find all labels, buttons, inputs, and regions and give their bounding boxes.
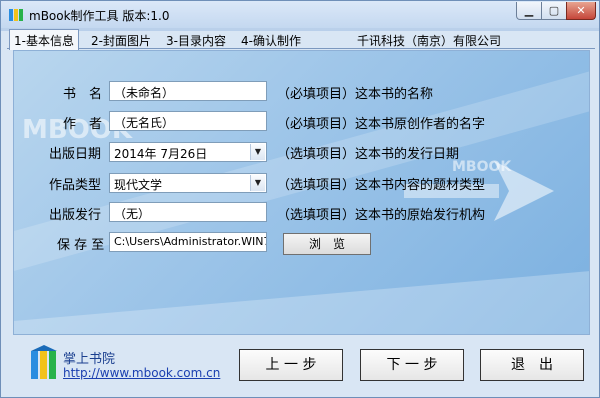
publisher-hint: （选填项目）这本书的原始发行机构 [277, 208, 486, 223]
publish-date-value: 2014年 7月26日 [114, 147, 208, 161]
author-label: 作 者 [63, 117, 103, 132]
dropdown-arrow-icon[interactable]: ▼ [250, 144, 265, 160]
publisher-label: 出版发行 [49, 208, 102, 223]
app-window: mBook制作工具 版本:1.0 ▁ ▢ ✕ 1-基本信息 2-封面图片 3-目… [0, 0, 600, 398]
minimize-button[interactable]: ▁ [516, 2, 542, 20]
publish-date-label: 出版日期 [49, 147, 102, 162]
window-title: mBook制作工具 版本:1.0 [29, 9, 170, 23]
maximize-button[interactable]: ▢ [541, 2, 567, 20]
author-input[interactable]: （无名氏） [109, 111, 267, 131]
tab-confirm-build[interactable]: 4-确认制作 [235, 30, 307, 49]
genre-label: 作品类型 [49, 178, 102, 193]
next-step-button[interactable]: 下 一 步 [360, 349, 464, 381]
genre-hint: （选填项目）这本书内容的题材类型 [277, 178, 486, 193]
close-icon: ✕ [576, 4, 586, 17]
minimize-icon: ▁ [524, 4, 534, 17]
browse-button[interactable]: 浏 览 [283, 233, 371, 255]
save-path-label: 保 存 至 [57, 238, 105, 253]
genre-select[interactable]: 现代文学 ▼ [109, 173, 267, 193]
publish-date-picker[interactable]: 2014年 7月26日 ▼ [109, 142, 267, 162]
title-bar[interactable]: mBook制作工具 版本:1.0 ▁ ▢ ✕ [1, 1, 599, 28]
company-name: 千讯科技（南京）有限公司 [357, 34, 502, 48]
book-name-hint: （必填项目）这本书的名称 [277, 87, 434, 102]
watermark-right: MBOOK [452, 159, 512, 175]
exit-button[interactable]: 退 出 [480, 349, 584, 381]
save-path-input[interactable]: C:\Users\Administrator.WIN7U-20 [109, 232, 267, 252]
dropdown-arrow-icon[interactable]: ▼ [250, 175, 265, 191]
maximize-icon: ▢ [548, 4, 560, 17]
tab-basic-info[interactable]: 1-基本信息 [9, 29, 79, 50]
website-link[interactable]: http://www.mbook.com.cn [63, 366, 220, 380]
book-name-input[interactable]: （未命名） [109, 81, 267, 101]
book-name-label: 书 名 [63, 87, 103, 102]
genre-value: 现代文学 [114, 178, 163, 192]
mbook-logo-icon [31, 345, 57, 379]
mbook-app-icon [9, 9, 23, 21]
publisher-input[interactable]: （无） [109, 202, 267, 222]
prev-step-button[interactable]: 上 一 步 [239, 349, 343, 381]
tab-bar: 1-基本信息 2-封面图片 3-目录内容 4-确认制作 千讯科技（南京）有限公司 [7, 29, 595, 50]
tab-cover-image[interactable]: 2-封面图片 [85, 30, 157, 49]
publish-date-hint: （选填项目）这本书的发行日期 [277, 147, 460, 162]
brand-name: 掌上书院 [63, 352, 116, 367]
tab-toc-content[interactable]: 3-目录内容 [160, 30, 232, 49]
close-button[interactable]: ✕ [566, 2, 596, 20]
author-hint: （必填项目）这本书原创作者的名字 [277, 117, 486, 132]
